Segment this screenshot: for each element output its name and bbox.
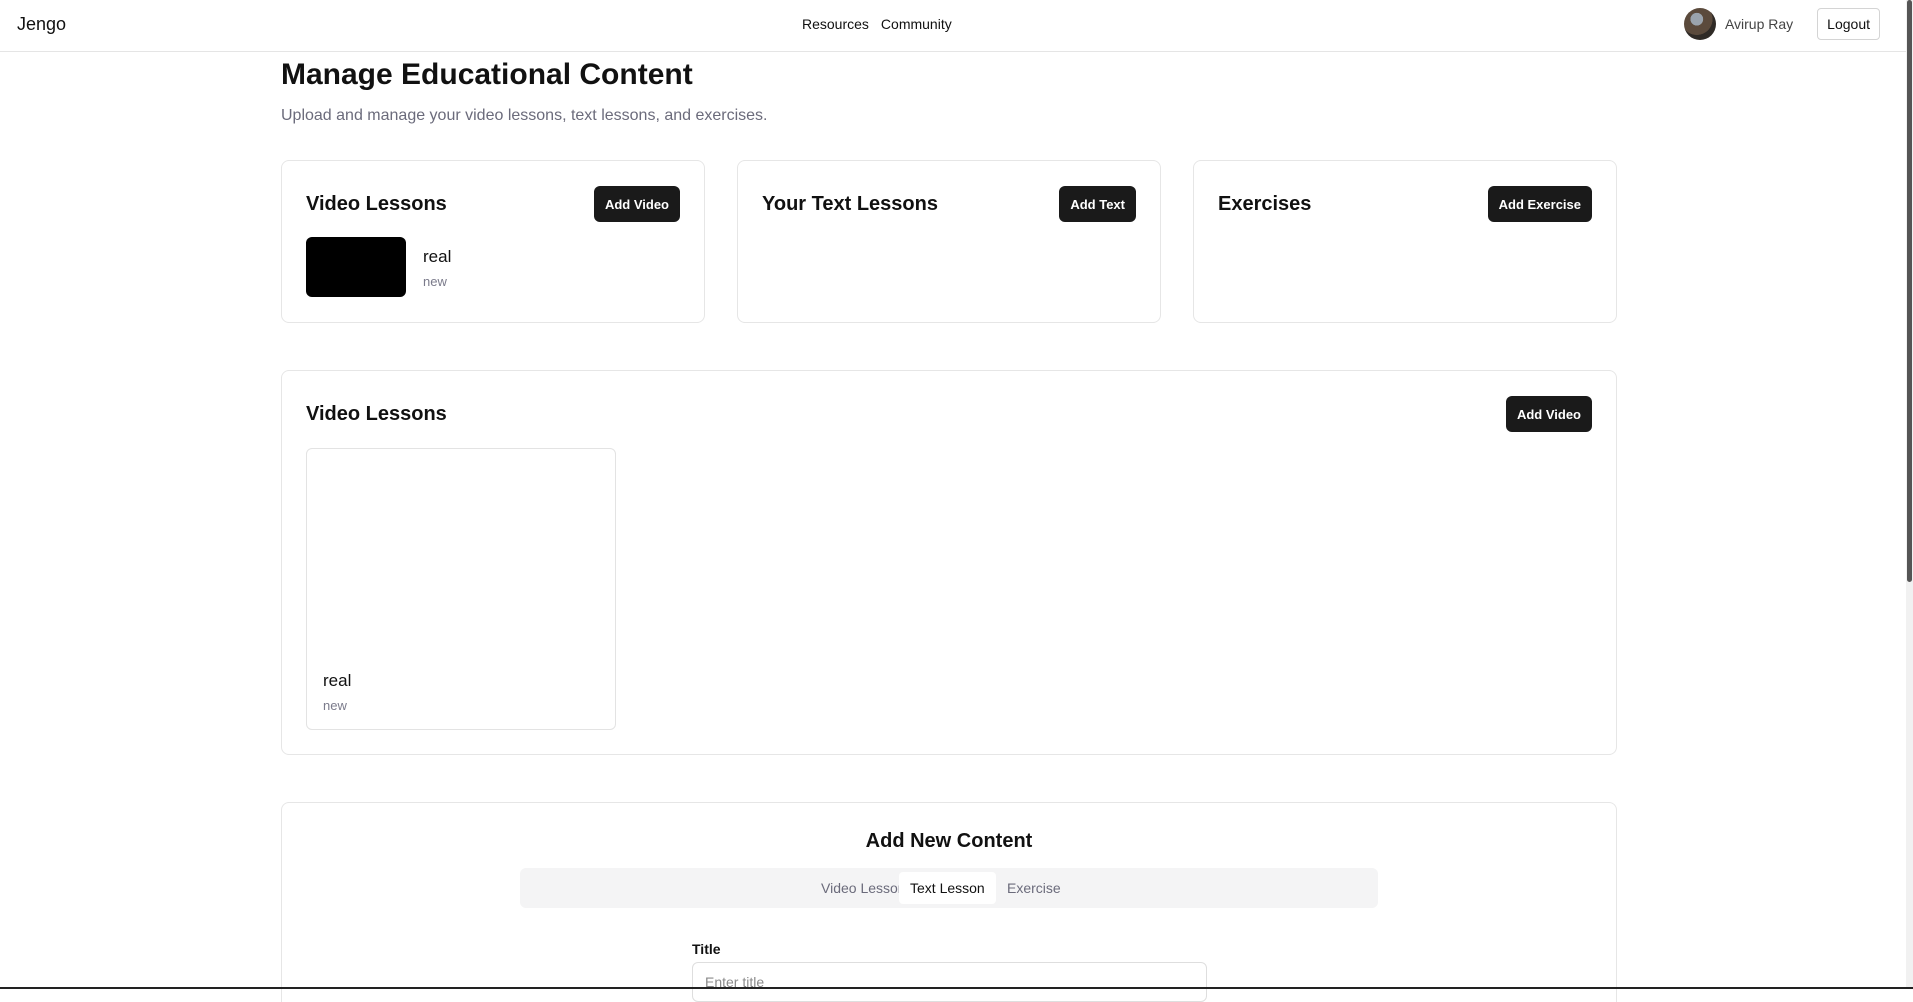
add-video-button[interactable]: Add Video — [1505, 396, 1592, 432]
lesson-subtitle: new — [423, 274, 447, 289]
brand-logo[interactable]: Jengo — [17, 14, 66, 35]
section-title: Video Lessons — [306, 403, 447, 425]
lesson-subtitle: new — [323, 698, 347, 713]
top-navbar: Jengo Resources Community Avirup Ray Log… — [0, 0, 1906, 52]
add-text-button[interactable]: Add Text — [1059, 186, 1136, 222]
video-lessons-card: Video Lessons Add Video real new — [281, 160, 705, 323]
page-title: Manage Educational Content — [281, 58, 693, 91]
content-type-tabs: Video Lesson Text Lesson Exercise — [520, 868, 1378, 908]
card-title: Video Lessons — [306, 193, 447, 215]
scrollbar-thumb[interactable] — [1907, 0, 1912, 582]
user-name: Avirup Ray — [1724, 16, 1794, 32]
nav-links: Resources Community — [802, 16, 952, 32]
exercises-card: Exercises Add Exercise — [1193, 160, 1617, 323]
title-label: Title — [692, 941, 721, 957]
text-lessons-card: Your Text Lessons Add Text — [737, 160, 1161, 323]
user-menu: Avirup Ray Logout — [1683, 8, 1880, 40]
nav-link-community[interactable]: Community — [881, 16, 952, 32]
add-content-section: Add New Content Video Lesson Text Lesson… — [281, 802, 1617, 1002]
add-exercise-button[interactable]: Add Exercise — [1487, 186, 1592, 222]
title-input[interactable] — [692, 962, 1207, 1002]
video-lessons-section: Video Lessons Add Video real new — [281, 370, 1617, 755]
page-subtitle: Upload and manage your video lessons, te… — [281, 107, 768, 124]
lesson-title[interactable]: real — [323, 671, 351, 691]
add-video-button[interactable]: Add Video — [593, 186, 680, 222]
logout-button[interactable]: Logout — [1817, 8, 1880, 40]
nav-link-resources[interactable]: Resources — [802, 16, 869, 32]
video-lesson-tile[interactable]: real new — [306, 448, 616, 730]
lesson-title[interactable]: real — [423, 247, 451, 267]
card-title: Your Text Lessons — [762, 193, 938, 215]
video-thumbnail[interactable] — [306, 237, 406, 297]
avatar[interactable] — [1683, 8, 1716, 40]
tab-text-lesson[interactable]: Text Lesson — [899, 872, 996, 904]
tab-exercise[interactable]: Exercise — [996, 872, 1072, 904]
section-title: Add New Content — [865, 830, 1033, 852]
page-scrollbar[interactable] — [1906, 0, 1913, 989]
card-title: Exercises — [1218, 193, 1312, 215]
